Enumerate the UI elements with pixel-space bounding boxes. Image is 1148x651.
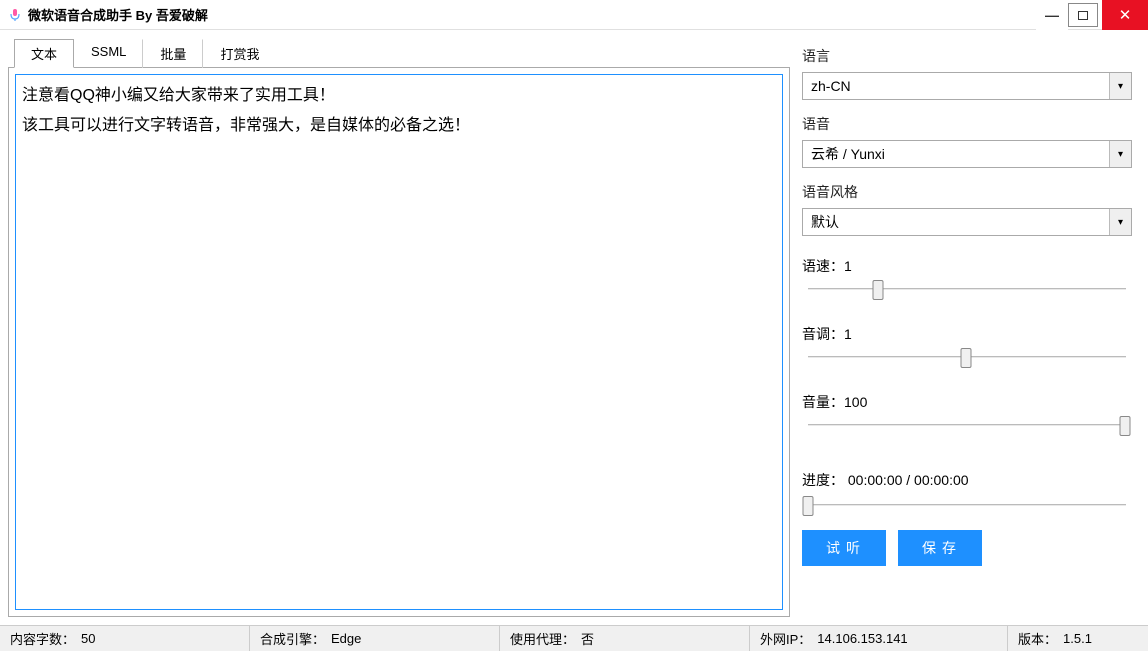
titlebar: 微软语音合成助手 By 吾爱破解 — ✕ bbox=[0, 0, 1148, 30]
status-chars: 内容字数：50 bbox=[0, 626, 250, 651]
volume-label: 音量：100 bbox=[802, 392, 1132, 412]
volume-slider[interactable] bbox=[802, 416, 1132, 436]
progress-value: 00:00:00 / 00:00:00 bbox=[848, 472, 969, 488]
volume-slider-thumb[interactable] bbox=[1119, 416, 1130, 436]
minimize-button[interactable]: — bbox=[1036, 0, 1068, 30]
style-select[interactable] bbox=[802, 208, 1132, 236]
status-proxy: 使用代理：否 bbox=[500, 626, 750, 651]
voice-select[interactable] bbox=[802, 140, 1132, 168]
tab-ssml[interactable]: SSML bbox=[74, 39, 143, 68]
style-label: 语音风格 bbox=[802, 182, 1132, 202]
close-button[interactable]: ✕ bbox=[1102, 0, 1148, 30]
app-icon bbox=[8, 8, 22, 22]
preview-button[interactable]: 试听 bbox=[802, 530, 886, 566]
save-button[interactable]: 保存 bbox=[898, 530, 982, 566]
status-version: 版本：1.5.1 bbox=[1008, 626, 1148, 651]
text-editor[interactable] bbox=[15, 74, 783, 610]
language-select[interactable] bbox=[802, 72, 1132, 100]
language-label: 语言 bbox=[802, 46, 1132, 66]
status-ip: 外网IP：14.106.153.141 bbox=[750, 626, 1008, 651]
tab-text[interactable]: 文本 bbox=[14, 39, 74, 68]
progress-slider[interactable] bbox=[802, 496, 1132, 516]
maximize-button[interactable] bbox=[1068, 3, 1098, 27]
voice-label: 语音 bbox=[802, 114, 1132, 134]
rate-slider-thumb[interactable] bbox=[872, 280, 883, 300]
pitch-slider-thumb[interactable] bbox=[961, 348, 972, 368]
rate-label: 语速：1 bbox=[802, 256, 1132, 276]
progress-slider-thumb[interactable] bbox=[803, 496, 814, 516]
rate-slider[interactable] bbox=[802, 280, 1132, 300]
progress-label: 进度： bbox=[802, 472, 844, 488]
pitch-slider[interactable] bbox=[802, 348, 1132, 368]
pitch-label: 音调：1 bbox=[802, 324, 1132, 344]
tab-donate[interactable]: 打赏我 bbox=[203, 39, 275, 68]
window-title: 微软语音合成助手 By 吾爱破解 bbox=[28, 5, 208, 24]
status-bar: 内容字数：50 合成引擎：Edge 使用代理：否 外网IP：14.106.153… bbox=[0, 625, 1148, 651]
tab-bar: 文本 SSML 批量 打赏我 bbox=[8, 39, 790, 68]
status-engine: 合成引擎：Edge bbox=[250, 626, 500, 651]
tab-batch[interactable]: 批量 bbox=[143, 39, 203, 68]
controls-panel: 语言 ▾ 语音 ▾ 语音风格 ▾ 语速：1 音调：1 bbox=[790, 30, 1148, 625]
